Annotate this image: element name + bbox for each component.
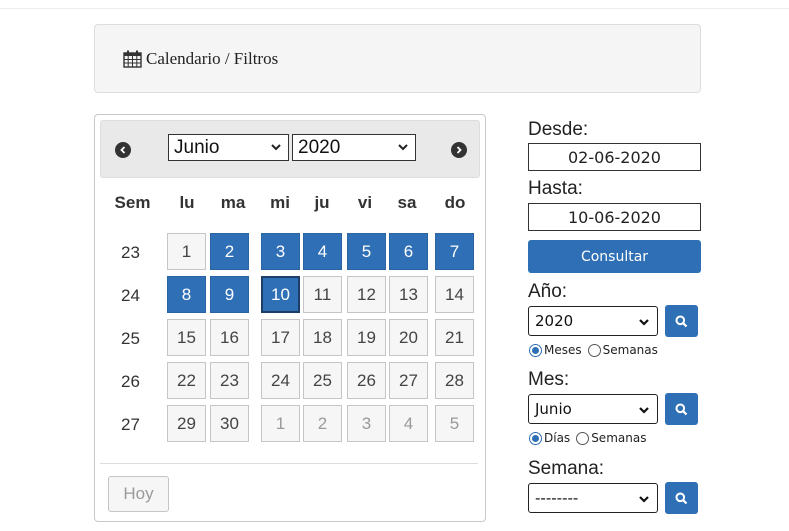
search-icon <box>675 403 688 415</box>
day-cell-selected[interactable]: 2 <box>210 233 249 270</box>
radio-semanas-label: Semanas <box>591 431 647 445</box>
day-cell[interactable]: 15 <box>167 319 206 356</box>
mes-search-button[interactable] <box>665 393 698 425</box>
day-cell-selected[interactable]: 9 <box>210 276 249 313</box>
day-cell-selected[interactable]: 8 <box>167 276 206 313</box>
weekday-header: do <box>444 193 466 212</box>
semana-select[interactable]: -------- <box>528 483 658 513</box>
radio-semanas[interactable] <box>576 431 590 445</box>
day-cell[interactable]: 12 <box>347 276 386 313</box>
datepicker-header: Junio 2020 <box>100 120 480 178</box>
week-number: 27 <box>121 415 140 434</box>
radio-meses[interactable] <box>529 343 542 357</box>
day-cell[interactable]: 28 <box>435 362 474 399</box>
top-divider <box>0 8 789 9</box>
filters-panel-header: Calendario / Filtros <box>94 24 701 93</box>
anio-label: Año: <box>528 281 568 302</box>
day-cell[interactable]: 22 <box>167 362 206 399</box>
mes-label: Mes: <box>528 369 570 390</box>
mes-mode-radios: Días Semanas <box>529 431 646 445</box>
week-number: 24 <box>121 286 140 305</box>
weekday-header: lu <box>179 193 195 212</box>
desde-date-input[interactable]: 02-06-2020 <box>528 143 701 171</box>
day-cell-selected[interactable]: 5 <box>347 233 386 270</box>
chevron-down-icon <box>639 407 649 414</box>
day-cell[interactable]: 14 <box>435 276 474 313</box>
radio-semanas[interactable] <box>587 343 601 357</box>
day-cell[interactable]: 23 <box>210 362 249 399</box>
weekday-header: mi <box>270 193 290 212</box>
weekday-header: ju <box>314 193 330 212</box>
weekday-header: vi <box>357 193 373 212</box>
datepicker: Junio 2020 <box>94 114 486 522</box>
desde-label: Desde: <box>528 119 589 140</box>
radio-dias-label: Días <box>544 431 571 445</box>
anio-select-value: 2020 <box>535 312 574 330</box>
hasta-date-input[interactable]: 10-06-2020 <box>528 203 701 231</box>
prev-month-button[interactable] <box>115 142 131 158</box>
day-cell[interactable]: 13 <box>389 276 428 313</box>
day-cell-other-month[interactable]: 2 <box>303 405 342 442</box>
next-month-button[interactable] <box>451 142 467 158</box>
day-cell[interactable]: 19 <box>347 319 386 356</box>
radio-meses-label: Meses <box>544 343 582 357</box>
today-button[interactable]: Hoy <box>108 476 169 512</box>
day-cell-selected[interactable]: 3 <box>261 233 300 270</box>
chevron-right-icon <box>456 146 462 154</box>
year-select-value: 2020 <box>298 136 341 158</box>
chevron-down-icon <box>271 144 281 151</box>
hasta-label: Hasta: <box>528 178 583 199</box>
anio-search-button[interactable] <box>665 305 698 337</box>
day-cell[interactable]: 11 <box>303 276 342 313</box>
day-cell[interactable]: 29 <box>167 405 206 442</box>
semana-search-button[interactable] <box>665 482 698 514</box>
semana-select-value: -------- <box>535 489 579 507</box>
weekday-header: sa <box>397 193 417 212</box>
month-select[interactable]: Junio <box>168 134 289 161</box>
day-cell[interactable]: 26 <box>347 362 386 399</box>
datepicker-footer-divider <box>100 463 478 464</box>
mes-select[interactable]: Junio <box>528 394 658 424</box>
semana-label: Semana: <box>528 458 605 479</box>
day-cell[interactable]: 18 <box>303 319 342 356</box>
day-cell[interactable]: 24 <box>261 362 300 399</box>
chevron-down-icon <box>639 319 649 326</box>
calendar-icon <box>123 50 142 68</box>
day-cell[interactable]: 21 <box>435 319 474 356</box>
day-cell-other-month[interactable]: 5 <box>435 405 474 442</box>
chevron-left-icon <box>120 146 126 154</box>
day-cell-other-month[interactable]: 1 <box>261 405 300 442</box>
day-cell-selected[interactable]: 4 <box>303 233 342 270</box>
day-cell[interactable]: 17 <box>261 319 300 356</box>
mes-select-value: Junio <box>535 400 572 418</box>
week-number: 26 <box>121 372 140 391</box>
day-cell[interactable]: 25 <box>303 362 342 399</box>
day-cell-other-month[interactable]: 4 <box>389 405 428 442</box>
radio-semanas-label: Semanas <box>602 343 658 357</box>
consultar-button[interactable]: Consultar <box>528 240 701 273</box>
month-select-value: Junio <box>174 136 220 158</box>
search-icon <box>675 492 688 504</box>
day-cell[interactable]: 1 <box>167 233 206 270</box>
day-cell-other-month[interactable]: 3 <box>347 405 386 442</box>
anio-select[interactable]: 2020 <box>528 306 658 336</box>
day-cell-today[interactable]: 10 <box>261 276 300 313</box>
chevron-down-icon <box>639 496 649 503</box>
anio-mode-radios: Meses Semanas <box>529 343 658 357</box>
week-number: 23 <box>121 243 140 262</box>
day-cell[interactable]: 20 <box>389 319 428 356</box>
day-cell-selected[interactable]: 7 <box>435 233 474 270</box>
radio-dias[interactable] <box>529 431 542 445</box>
day-cell[interactable]: 30 <box>210 405 249 442</box>
page-title: Calendario / Filtros <box>146 48 279 68</box>
search-icon <box>675 315 688 327</box>
chevron-down-icon <box>398 144 408 151</box>
day-cell-selected[interactable]: 6 <box>389 233 428 270</box>
day-cell[interactable]: 16 <box>210 319 249 356</box>
week-number: 25 <box>121 329 140 348</box>
weekday-header-sem: Sem <box>114 193 151 212</box>
year-select[interactable]: 2020 <box>292 134 416 161</box>
day-cell[interactable]: 27 <box>389 362 428 399</box>
weekday-header: ma <box>220 193 246 212</box>
